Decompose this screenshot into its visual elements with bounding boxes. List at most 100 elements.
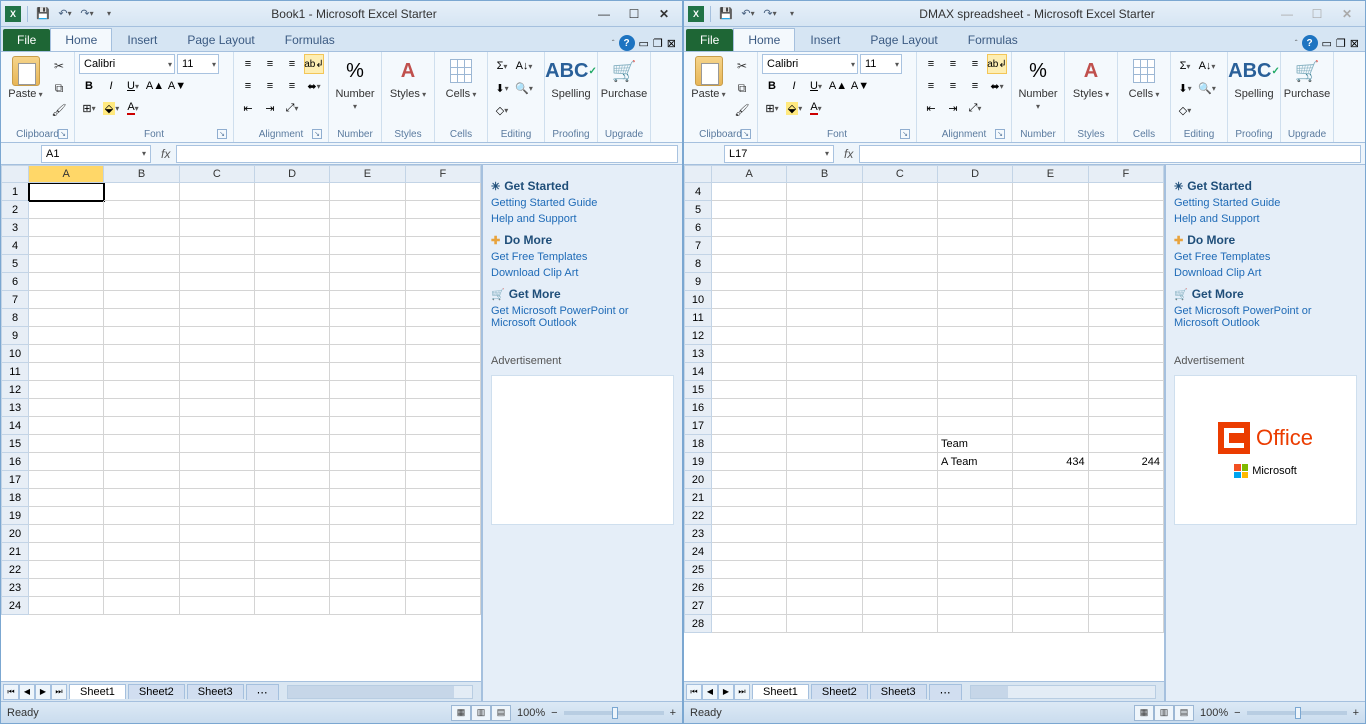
row-header-17[interactable]: 17 [684,417,712,435]
cell-A11[interactable] [712,309,787,327]
cell-C21[interactable] [180,543,255,561]
row-header-20[interactable]: 20 [1,525,29,543]
grow-font-button[interactable]: A▲ [145,76,165,96]
copy-button[interactable]: ⧉ [48,78,70,98]
grow-font-button[interactable]: A▲ [828,76,848,96]
cell-B19[interactable] [104,507,179,525]
cell-D23[interactable] [938,525,1013,543]
cell-B16[interactable] [787,399,862,417]
italic-button[interactable]: I [784,76,804,96]
qat-save[interactable]: 💾 [34,5,52,23]
find-select[interactable]: 🔍▾ [514,78,534,98]
styles-button[interactable]: AStyles ▾ [386,54,430,100]
zoom-slider[interactable] [564,711,664,715]
cell-C8[interactable] [180,309,255,327]
cell-B11[interactable] [104,363,179,381]
cell-D16[interactable] [938,399,1013,417]
cell-B2[interactable] [104,201,179,219]
cell-C5[interactable] [180,255,255,273]
cell-A23[interactable] [29,579,104,597]
dec-indent[interactable]: ⇤ [921,98,941,118]
horizontal-scrollbar[interactable] [970,685,1156,699]
row-header-12[interactable]: 12 [684,327,712,345]
qat-undo[interactable]: ↶▾ [739,5,757,23]
getting-started-link[interactable]: Getting Started Guide [1174,197,1357,209]
zoom-level[interactable]: 100% [517,707,545,719]
cell-E18[interactable] [1013,435,1088,453]
row-header-6[interactable]: 6 [684,219,712,237]
styles-button[interactable]: AStyles ▾ [1069,54,1113,100]
cell-E17[interactable] [1013,417,1088,435]
cell-F21[interactable] [1089,489,1164,507]
cell-C14[interactable] [863,363,938,381]
merge-center[interactable]: ⬌▾ [987,76,1007,96]
shrink-font-button[interactable]: A▼ [167,76,187,96]
cut-button[interactable]: ✂ [731,56,753,76]
cell-E21[interactable] [330,543,405,561]
dec-indent[interactable]: ⇤ [238,98,258,118]
cell-F12[interactable] [1089,327,1164,345]
cell-B13[interactable] [104,399,179,417]
cell-D10[interactable] [255,345,330,363]
zoom-in[interactable]: + [670,707,676,719]
cell-F11[interactable] [1089,309,1164,327]
cell-E1[interactable] [330,183,405,201]
zoom-slider[interactable] [1247,711,1347,715]
col-header-F[interactable]: F [1089,165,1164,183]
cell-F6[interactable] [1089,219,1164,237]
col-header-C[interactable]: C [863,165,938,183]
cell-D9[interactable] [255,327,330,345]
cell-F14[interactable] [406,417,481,435]
cell-F8[interactable] [1089,255,1164,273]
cell-A20[interactable] [29,525,104,543]
row-header-3[interactable]: 3 [1,219,29,237]
cell-B8[interactable] [787,255,862,273]
col-header-A[interactable]: A [29,165,104,183]
font-launcher[interactable]: ↘ [900,129,910,139]
row-header-2[interactable]: 2 [1,201,29,219]
row-header-10[interactable]: 10 [1,345,29,363]
tab-nav-prev[interactable]: ◀ [19,684,35,700]
cell-B28[interactable] [787,615,862,633]
cell-D22[interactable] [255,561,330,579]
cell-D18[interactable] [255,489,330,507]
cell-D11[interactable] [938,309,1013,327]
close-button[interactable]: ✕ [650,5,678,23]
cell-A19[interactable] [29,507,104,525]
cell-F21[interactable] [406,543,481,561]
cell-C7[interactable] [863,237,938,255]
row-header-1[interactable]: 1 [1,183,29,201]
col-header-D[interactable]: D [255,165,330,183]
alignment-launcher[interactable]: ↘ [995,129,1005,139]
cell-D9[interactable] [938,273,1013,291]
close-button[interactable]: ✕ [1333,5,1361,23]
cell-B16[interactable] [104,453,179,471]
cell-F18[interactable] [406,489,481,507]
formula-input[interactable] [859,145,1361,163]
upsell-link[interactable]: Get Microsoft PowerPoint or Microsoft Ou… [491,305,674,329]
cell-B27[interactable] [787,597,862,615]
view-pagebreak[interactable]: ▤ [1174,705,1194,721]
cell-A10[interactable] [712,291,787,309]
formulas-tab[interactable]: Formulas [953,28,1033,51]
row-header-15[interactable]: 15 [684,381,712,399]
upsell-link[interactable]: Get Microsoft PowerPoint or Microsoft Ou… [1174,305,1357,329]
cell-D13[interactable] [255,399,330,417]
row-header-26[interactable]: 26 [684,579,712,597]
align-top[interactable]: ≡ [921,54,941,74]
cell-E19[interactable]: 434 [1013,453,1088,471]
cell-F16[interactable] [406,453,481,471]
cell-C1[interactable] [180,183,255,201]
cell-D8[interactable] [938,255,1013,273]
row-header-21[interactable]: 21 [1,543,29,561]
cell-A21[interactable] [29,543,104,561]
number-format[interactable]: %Number ▾ [1016,54,1060,112]
cell-B15[interactable] [104,435,179,453]
font-size-combo[interactable]: 11 [177,54,219,74]
view-layout[interactable]: ▥ [1154,705,1174,721]
fill-button[interactable]: ⬇▾ [1175,78,1195,98]
format-painter-button[interactable]: 🖌 [731,100,753,120]
cell-C15[interactable] [180,435,255,453]
cell-A4[interactable] [29,237,104,255]
cell-A24[interactable] [29,597,104,615]
